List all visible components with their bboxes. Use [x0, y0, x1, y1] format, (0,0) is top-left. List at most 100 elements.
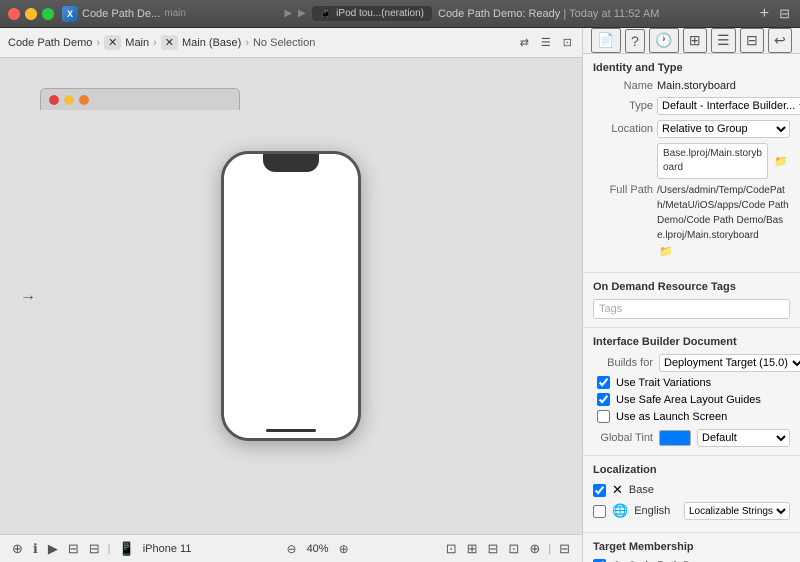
maximize-button[interactable]: [42, 8, 54, 20]
base-flag-icon: ✕: [612, 482, 623, 498]
english-label: English: [634, 505, 678, 517]
global-tint-row: Global Tint Default: [593, 429, 790, 447]
device-breadcrumb[interactable]: iPod tou...(neration): [336, 8, 424, 19]
fit-button[interactable]: ⊡: [444, 539, 459, 559]
align-button[interactable]: ⊟: [486, 539, 501, 559]
inspector-tab-5[interactable]: ⊟: [740, 28, 764, 53]
split-view-button[interactable]: ⊟: [777, 4, 792, 24]
ib-document-title: Interface Builder Document: [593, 336, 790, 348]
fullpath-container: /Users/admin/Temp/CodePath/MetaU/iOS/app…: [657, 183, 790, 260]
tint-select[interactable]: Default: [697, 429, 790, 447]
builds-for-row: Builds for Deployment Target (15.0): [593, 354, 790, 372]
fullpath-label: Full Path: [593, 183, 653, 196]
breadcrumb-item-3[interactable]: ✕: [161, 35, 178, 50]
location-row: Location Relative to Group: [593, 120, 790, 138]
editor-option-1[interactable]: ⇄: [518, 34, 531, 51]
location-folder-button[interactable]: 📁: [772, 153, 790, 170]
breadcrumb-item-1[interactable]: Code Path Demo: [8, 37, 92, 49]
target-membership-section: Target Membership ⚙ Code Path Demo: [583, 533, 800, 562]
phone-home-bar: [266, 429, 316, 432]
phone-notch: [263, 154, 319, 172]
breadcrumb-sep-2: ›: [153, 37, 157, 49]
localization-title: Localization: [593, 464, 790, 476]
tags-field[interactable]: Tags: [593, 299, 790, 319]
xcode-icon: X: [62, 6, 78, 22]
fullpath-row: Full Path /Users/admin/Temp/CodePath/Met…: [593, 183, 790, 260]
safe-area-label: Use Safe Area Layout Guides: [616, 394, 761, 406]
target-membership-title: Target Membership: [593, 541, 790, 553]
inspector-tab-back[interactable]: ↩: [768, 28, 792, 53]
fullpath-value: /Users/admin/Temp/CodePath/MetaU/iOS/app…: [657, 183, 790, 243]
canvas-arrow: →: [20, 287, 36, 305]
close-button[interactable]: [8, 8, 20, 20]
title-bar: X Code Path De... main ▶ ▶ 📱 iPod tou...…: [0, 0, 800, 28]
type-select[interactable]: Default - Interface Builder...: [657, 97, 800, 115]
zoom-out-button[interactable]: ⊖: [283, 540, 301, 558]
traffic-lights: [8, 8, 54, 20]
title-bar-right: + ⊟: [758, 3, 792, 25]
tint-swatch[interactable]: [659, 430, 691, 446]
launch-screen-label: Use as Launch Screen: [616, 411, 727, 423]
launch-screen-row: Use as Launch Screen: [593, 410, 790, 423]
add-button[interactable]: +: [758, 3, 771, 25]
english-checkbox[interactable]: [593, 505, 606, 518]
location-select[interactable]: Relative to Group: [657, 120, 790, 138]
embed-button[interactable]: ⊡: [506, 539, 521, 559]
status-icon-1[interactable]: ⊕: [10, 539, 25, 559]
phone-screen: [224, 154, 358, 438]
bottom-right-option[interactable]: ⊟: [557, 539, 572, 559]
project-name: Code Path De...: [82, 8, 160, 20]
zoom-in-button[interactable]: ⊕: [335, 540, 353, 558]
phone-mockup: [221, 151, 361, 441]
ib-max-dot: [79, 95, 89, 105]
breadcrumb-no-selection: No Selection: [253, 37, 315, 49]
editor-toolbar: Code Path Demo › ✕ Main › ✕ Main (Base) …: [0, 28, 582, 58]
inspector-tab-3[interactable]: ⊞: [683, 28, 707, 53]
builds-label: Builds for: [593, 357, 653, 369]
builds-select[interactable]: Deployment Target (15.0): [659, 354, 800, 372]
english-type-select[interactable]: Localizable Strings: [684, 502, 790, 520]
inspector-tab-quick-help[interactable]: ?: [625, 29, 645, 53]
device-size-icon[interactable]: 📱: [117, 539, 137, 559]
editor-option-3[interactable]: ⊡: [561, 34, 574, 51]
breadcrumb-label-2: Main: [125, 37, 149, 49]
identity-type-title: Identity and Type: [593, 62, 790, 74]
location-file-row: Base.lproj/Main.storyboard 📁: [593, 143, 790, 179]
launch-screen-checkbox[interactable]: [597, 410, 610, 423]
library-button[interactable]: ⊕: [527, 539, 542, 559]
device-label: iPhone 11: [143, 543, 192, 555]
status-icon-4[interactable]: ⊟: [66, 539, 81, 559]
on-demand-tags-section: On Demand Resource Tags Tags: [583, 273, 800, 328]
branch-name: main: [164, 8, 186, 19]
base-row: ✕ Base: [593, 482, 790, 498]
breadcrumb-item-2[interactable]: ✕: [104, 35, 121, 50]
status-icon-3[interactable]: ▶: [46, 539, 60, 559]
trait-variations-checkbox[interactable]: [597, 376, 610, 389]
minimize-button[interactable]: [25, 8, 37, 20]
canvas-area[interactable]: →: [0, 58, 582, 534]
base-checkbox[interactable]: [593, 484, 606, 497]
global-tint-label: Global Tint: [593, 432, 653, 444]
breadcrumb-label-3: Main (Base): [182, 37, 241, 49]
name-label: Name: [593, 80, 653, 92]
ib-close-dot: [49, 95, 59, 105]
inspector-tab-4[interactable]: ☰: [711, 28, 736, 53]
fullpath-folder-button[interactable]: 📁: [657, 243, 675, 260]
status-bar-right: ⊡ ⊞ ⊟ ⊡ ⊕ | ⊟: [444, 539, 572, 559]
status-icon-2[interactable]: ℹ: [31, 539, 40, 559]
editor-option-2[interactable]: ☰: [539, 34, 553, 51]
breadcrumb-sep-1: ›: [96, 37, 100, 49]
inspector-tab-file[interactable]: 📄: [591, 28, 620, 53]
ib-window-chrome: [40, 88, 240, 110]
inspector-panel: 📄 ? 🕐 ⊞ ☰ ⊟ ↩ Identity and Type Name Mai…: [582, 28, 800, 562]
ib-document-section: Interface Builder Document Builds for De…: [583, 328, 800, 456]
breadcrumb-nav: Code Path Demo › ✕ Main › ✕ Main (Base) …: [8, 35, 315, 50]
localization-section: Localization ✕ Base 🌐 English Localizabl…: [583, 456, 800, 533]
name-value: Main.storyboard: [657, 80, 790, 92]
constraints-button[interactable]: ⊞: [465, 539, 480, 559]
base-label: Base: [629, 484, 790, 496]
inspector-tab-history[interactable]: 🕐: [649, 28, 678, 53]
status-icon-5[interactable]: ⊟: [87, 539, 102, 559]
identity-and-type-section: Identity and Type Name Main.storyboard T…: [583, 54, 800, 273]
safe-area-checkbox[interactable]: [597, 393, 610, 406]
